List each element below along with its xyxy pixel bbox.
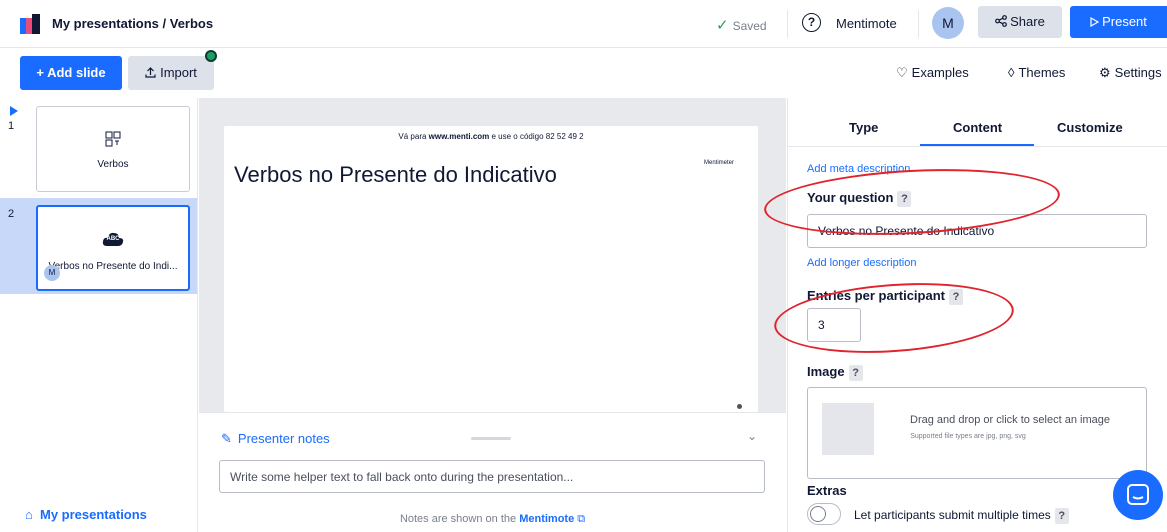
slide-label: Verbos no Presente do Indi... [48, 261, 178, 272]
slide-thumbnail[interactable]: ABC Verbos no Presente do Indi... M [36, 205, 190, 291]
active-tab-indicator [920, 144, 1034, 146]
help-icon[interactable]: ? [897, 191, 912, 207]
chevron-down-icon[interactable]: ⌄ [747, 429, 757, 443]
toggle-knob [810, 506, 826, 522]
join-suffix: e use o código 82 52 49 2 [489, 132, 584, 141]
slide-number: 2 [8, 208, 15, 220]
mentimote-button[interactable]: Mentimote [836, 16, 897, 31]
tab-type[interactable]: Type [849, 120, 878, 135]
image-label: Image? [807, 364, 863, 381]
avatar: M [44, 265, 60, 281]
multiple-submissions-toggle[interactable] [807, 503, 841, 525]
my-presentations-link[interactable]: ⌂ My presentations [25, 507, 147, 522]
new-badge [205, 50, 217, 62]
present-button[interactable]: Present [1070, 6, 1167, 38]
breadcrumb[interactable]: My presentations / Verbos [52, 16, 213, 31]
bulb-icon: ♡ [896, 65, 908, 80]
add-slide-button[interactable]: + Add slide [20, 56, 122, 90]
upload-icon [145, 67, 156, 78]
import-label: Import [160, 65, 197, 80]
help-circle-icon[interactable]: ? [802, 13, 821, 32]
image-label-text: Image [807, 364, 845, 379]
home-icon: ⌂ [25, 507, 33, 522]
examples-button[interactable]: ♡ Examples [896, 65, 969, 81]
help-icon[interactable]: ? [948, 289, 963, 305]
avatar[interactable]: M [932, 7, 964, 39]
help-icon[interactable]: ? [1054, 508, 1069, 524]
divider [918, 10, 919, 38]
my-presentations-label: My presentations [40, 507, 147, 522]
slide-preview[interactable]: Vá para www.menti.com e use o código 82 … [224, 126, 758, 412]
question-label-text: Your question [807, 190, 894, 205]
image-dropzone[interactable]: Drag and drop or click to select an imag… [807, 387, 1147, 479]
themes-label: Themes [1018, 65, 1066, 80]
tab-customize[interactable]: Customize [1057, 120, 1123, 135]
current-slide-marker [10, 106, 18, 116]
play-icon [1090, 16, 1100, 28]
multiple-submissions-label: Let participants submit multiple times? [854, 508, 1069, 524]
slide-label: Verbos [97, 159, 129, 170]
examples-label: Examples [911, 65, 969, 80]
grid-icon [105, 131, 121, 147]
slide-item-1[interactable]: 1 Verbos [0, 98, 197, 194]
presenter-notes-input[interactable] [219, 460, 765, 493]
image-placeholder [822, 403, 874, 455]
slide-list: 1 Verbos [0, 98, 198, 532]
settings-button[interactable]: ⚙ Settings [1099, 65, 1162, 81]
drag-handle[interactable] [471, 437, 511, 440]
presenter-notes-toggle[interactable]: ✎ Presenter notes [221, 431, 330, 447]
image-drop-text: Drag and drop or click to select an imag… [910, 414, 1110, 426]
notes-footer-text: Notes are shown on the [399, 513, 520, 525]
slide-thumbnail[interactable]: Verbos [36, 106, 190, 192]
canvas-handle[interactable] [737, 404, 742, 409]
cloud-icon-text: ABC [106, 236, 120, 242]
join-instructions: Vá para www.menti.com e use o código 82 … [224, 132, 758, 141]
saved-status: ✓ Saved [716, 16, 767, 34]
chat-button[interactable] [1113, 470, 1163, 520]
present-label: Present [1102, 14, 1147, 29]
entries-input[interactable] [807, 308, 861, 342]
question-input[interactable] [807, 214, 1147, 248]
check-icon: ✓ [716, 17, 729, 34]
top-bar: My presentations / Verbos ✓ Saved ? Menti… [0, 0, 1167, 48]
share-icon [995, 15, 1008, 27]
join-url: www.menti.com [428, 132, 490, 141]
add-longer-description-link[interactable]: Add longer description [807, 257, 916, 269]
brand-mark: Mentimeter [704, 160, 735, 166]
drop-icon: ◊ [1008, 65, 1015, 80]
settings-label: Settings [1114, 65, 1162, 80]
saved-label: Saved [732, 19, 767, 33]
tab-content[interactable]: Content [953, 120, 1002, 135]
pencil-icon: ✎ [221, 431, 232, 446]
chat-icon [1127, 484, 1149, 505]
join-prefix: Vá para [398, 132, 429, 141]
gear-icon: ⚙ [1099, 65, 1111, 80]
entries-label-text: Entries per participant [807, 288, 945, 303]
multiple-submissions-text: Let participants submit multiple times [854, 508, 1051, 522]
share-label: Share [1010, 14, 1045, 29]
mentimote-link[interactable]: Mentimote [519, 513, 574, 525]
import-button[interactable]: Import [128, 56, 214, 90]
notes-footer: Notes are shown on the Mentimote ⧉ [199, 513, 786, 526]
edit-panel: Type Content Customize Add meta descript… [787, 98, 1167, 532]
mentimeter-logo-icon[interactable] [20, 14, 40, 34]
divider [787, 10, 788, 38]
image-drop-subtext: Supported file types are jpg, png, svg [910, 433, 1026, 440]
tab-divider [788, 146, 1167, 147]
entries-label: Entries per participant? [807, 288, 963, 305]
question-label: Your question? [807, 190, 912, 207]
help-icon[interactable]: ? [848, 365, 863, 381]
extras-label: Extras [807, 483, 847, 498]
presenter-notes-title: Presenter notes [237, 431, 330, 446]
slide-number: 1 [8, 120, 15, 132]
external-link-icon: ⧉ [577, 513, 586, 525]
slide-title: Verbos no Presente do Indicativo [234, 162, 557, 187]
cloud-icon: ABC [102, 231, 124, 247]
themes-button[interactable]: ◊ Themes [1008, 65, 1065, 80]
add-meta-description-link[interactable]: Add meta description [807, 163, 910, 175]
share-button[interactable]: Share [978, 6, 1062, 38]
slide-item-2[interactable]: 2 ABC Verbos no Presente do Indi... M [0, 198, 197, 294]
presenter-notes-panel: ✎ Presenter notes ⌄ Notes are shown on th… [199, 412, 786, 532]
